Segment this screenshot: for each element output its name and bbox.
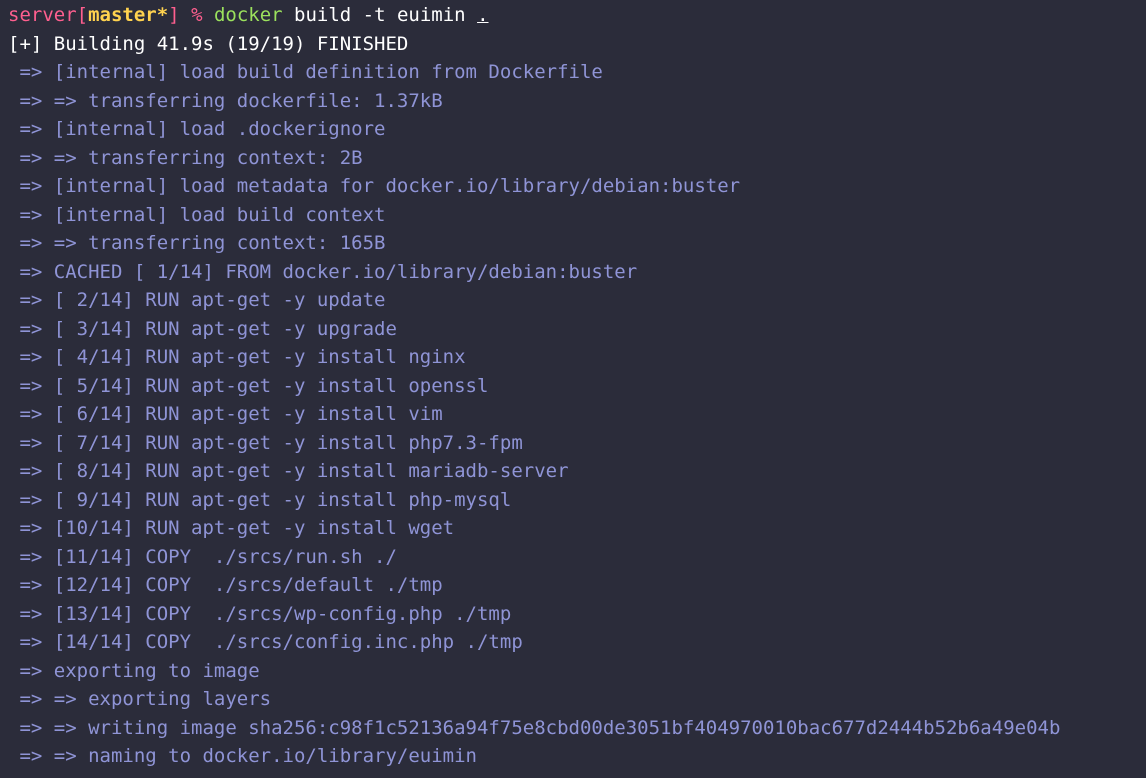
prompt-branch-open: [: [76, 4, 89, 26]
build-status-line: [+] Building 41.9s (19/19) FINISHED: [8, 32, 409, 55]
build-step-line: => => writing image sha256:c98f1c52136a9…: [8, 716, 1061, 739]
build-steps: => [internal] load build definition from…: [8, 58, 1146, 771]
build-step-line: => => exporting layers: [8, 688, 272, 710]
build-step-line: => [10/14] RUN apt-get -y install wget: [8, 517, 455, 539]
build-step-line: => [13/14] COPY ./srcs/wp-config.php ./t…: [8, 602, 512, 625]
build-step-line: => => naming to docker.io/library/euimin: [8, 745, 477, 767]
command-context: .: [477, 4, 489, 26]
build-step-line: => => transferring dockerfile: 1.37kB: [8, 89, 443, 112]
build-step-line: => [ 3/14] RUN apt-get -y upgrade: [8, 317, 397, 340]
build-step-line: => CACHED [ 1/14] FROM docker.io/library…: [8, 260, 638, 283]
build-step-line: => [ 9/14] RUN apt-get -y install php-my…: [8, 488, 512, 511]
command-name: docker: [213, 4, 283, 26]
build-step-line: => [internal] load build context: [8, 203, 386, 226]
build-step-line: => exporting to image: [8, 659, 260, 682]
build-step-line: => [11/14] COPY ./srcs/run.sh ./: [8, 545, 397, 568]
prompt-symbol: %: [179, 4, 214, 26]
prompt-branch-close: ]: [168, 4, 180, 26]
build-step-line: => [internal] load .dockerignore: [8, 118, 386, 140]
terminal-window[interactable]: server[master*] % docker build -t euimin…: [0, 0, 1146, 778]
build-step-line: => [ 6/14] RUN apt-get -y install vim: [8, 403, 443, 425]
build-step-line: => => transferring context: 2B: [8, 146, 363, 169]
build-step-line: => [ 2/14] RUN apt-get -y update: [8, 289, 386, 311]
build-step-line: => [ 7/14] RUN apt-get -y install php7.3…: [8, 431, 523, 454]
build-step-line: => => transferring context: 165B: [8, 232, 386, 254]
build-step-line: => [internal] load metadata for docker.i…: [8, 175, 741, 197]
command-args: build -t euimin: [282, 4, 478, 26]
build-step-line: => [14/14] COPY ./srcs/config.inc.php ./…: [8, 631, 523, 653]
build-step-line: => [ 5/14] RUN apt-get -y install openss…: [8, 374, 489, 397]
build-step-line: => [ 8/14] RUN apt-get -y install mariad…: [8, 460, 569, 482]
build-step-line: => [12/14] COPY ./srcs/default ./tmp: [8, 574, 443, 596]
prompt-line: server[master*] % docker build -t euimin…: [8, 1, 1146, 30]
prompt-branch: master*: [88, 4, 169, 26]
prompt-host: server: [8, 4, 77, 26]
build-step-line: => [ 4/14] RUN apt-get -y install nginx: [8, 346, 466, 368]
build-step-line: => [internal] load build definition from…: [8, 61, 603, 83]
